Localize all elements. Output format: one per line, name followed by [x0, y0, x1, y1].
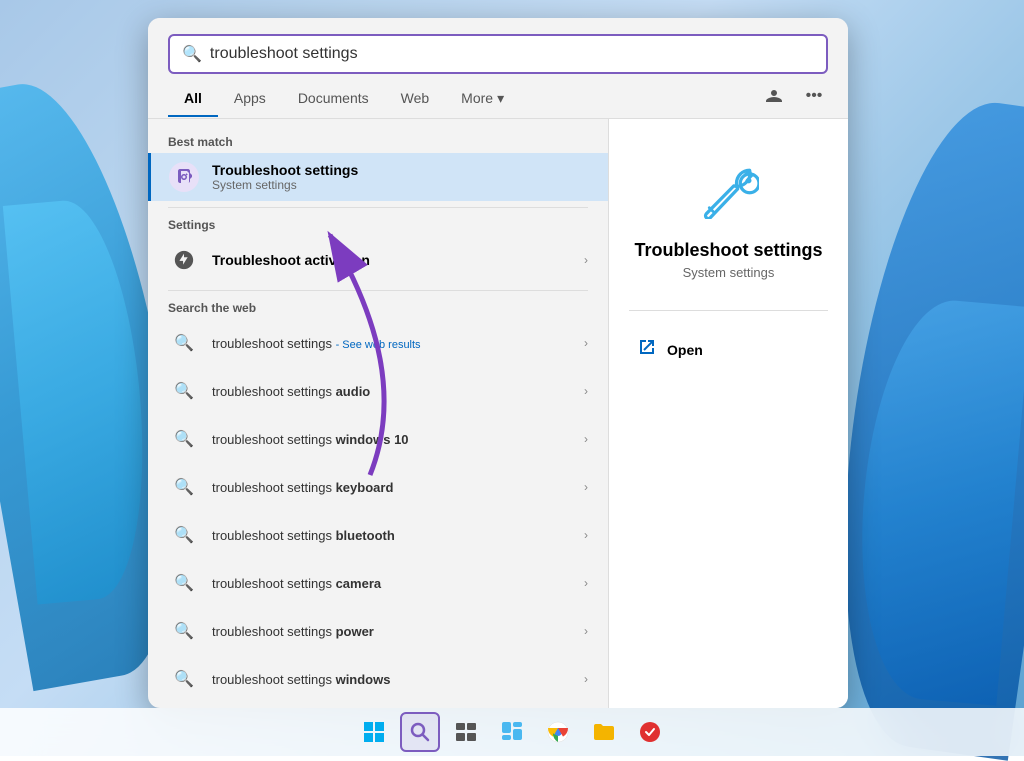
taskbar-taskview-button[interactable]: [446, 712, 486, 752]
web-item-keyboard-text: troubleshoot settings keyboard: [212, 480, 572, 495]
web-arrow-2: ›: [584, 384, 588, 398]
web-item-bluetooth[interactable]: 🔍 troubleshoot settings bluetooth ›: [148, 511, 608, 559]
taskbar-search-button[interactable]: [400, 712, 440, 752]
web-item-windows-text: troubleshoot settings windows: [212, 672, 572, 687]
web-arrow-6: ›: [584, 576, 588, 590]
web-item-audio-text: troubleshoot settings audio: [212, 384, 572, 399]
web-item-see-results-text: troubleshoot settings - See web results: [212, 336, 572, 351]
web-search-icon-6: 🔍: [168, 567, 200, 599]
web-item-see-results[interactable]: 🔍 troubleshoot settings - See web result…: [148, 319, 608, 367]
search-input[interactable]: [210, 45, 814, 63]
web-item-camera[interactable]: 🔍 troubleshoot settings camera ›: [148, 559, 608, 607]
settings-section-label: Settings: [148, 214, 608, 236]
taskbar-widgets-button[interactable]: [492, 712, 532, 752]
detail-panel: Troubleshoot settings System settings Op…: [608, 119, 848, 708]
tab-more[interactable]: More ▾: [445, 84, 520, 117]
web-item-keyboard-title: troubleshoot settings keyboard: [212, 480, 572, 495]
divider1: [168, 207, 588, 208]
web-search-icon-4: 🔍: [168, 471, 200, 503]
ellipsis-icon: •••: [806, 87, 823, 105]
web-item-power-title: troubleshoot settings power: [212, 624, 572, 639]
tabs-row: All Apps Documents Web More ▾ •••: [148, 74, 848, 119]
search-panel: 🔍 All Apps Documents Web More ▾: [148, 18, 848, 708]
web-arrow-7: ›: [584, 624, 588, 638]
search-icon: 🔍: [182, 44, 202, 64]
web-item-bluetooth-title: troubleshoot settings bluetooth: [212, 528, 572, 543]
web-search-icon-7: 🔍: [168, 615, 200, 647]
web-item-windows-title: troubleshoot settings windows: [212, 672, 572, 687]
web-item-camera-text: troubleshoot settings camera: [212, 576, 572, 591]
best-match-label: Best match: [148, 131, 608, 153]
results-panel: Best match Troubleshoot settings System …: [148, 119, 608, 708]
tab-documents[interactable]: Documents: [282, 84, 385, 117]
web-search-icon-3: 🔍: [168, 423, 200, 455]
tabs-left: All Apps Documents Web More ▾: [168, 84, 520, 117]
web-search-icon-1: 🔍: [168, 327, 200, 359]
divider2: [168, 290, 588, 291]
web-item-windows10-title: troubleshoot settings windows 10: [212, 432, 572, 447]
web-item-keyboard[interactable]: 🔍 troubleshoot settings keyboard ›: [148, 463, 608, 511]
taskbar: [0, 708, 1024, 756]
web-item-audio-title: troubleshoot settings audio: [212, 384, 572, 399]
web-search-icon-2: 🔍: [168, 375, 200, 407]
web-search-icon-8: 🔍: [168, 663, 200, 695]
tab-apps[interactable]: Apps: [218, 84, 282, 117]
settings-item-arrow: ›: [584, 253, 588, 267]
search-box-area: 🔍: [148, 18, 848, 74]
web-item-windows10[interactable]: 🔍 troubleshoot settings windows 10 ›: [148, 415, 608, 463]
chevron-down-icon: ▾: [497, 90, 504, 107]
best-match-title: Troubleshoot settings: [212, 162, 588, 178]
web-arrow-1: ›: [584, 336, 588, 350]
web-item-power-text: troubleshoot settings power: [212, 624, 572, 639]
web-arrow-3: ›: [584, 432, 588, 446]
best-match-item[interactable]: Troubleshoot settings System settings: [148, 153, 608, 201]
detail-divider: [629, 310, 828, 311]
settings-item-icon: [168, 244, 200, 276]
desktop: 🔍 All Apps Documents Web More ▾: [0, 0, 1024, 756]
open-label[interactable]: Open: [667, 342, 703, 358]
web-item-audio[interactable]: 🔍 troubleshoot settings audio ›: [148, 367, 608, 415]
taskbar-chrome-button[interactable]: [538, 712, 578, 752]
best-match-text: Troubleshoot settings System settings: [212, 162, 588, 192]
detail-icon: [699, 159, 759, 224]
open-icon: [637, 337, 657, 362]
person-icon-button[interactable]: [760, 82, 788, 110]
search-input-wrapper[interactable]: 🔍: [168, 34, 828, 74]
tab-all[interactable]: All: [168, 84, 218, 117]
web-arrow-5: ›: [584, 528, 588, 542]
web-search-icon-5: 🔍: [168, 519, 200, 551]
ellipsis-icon-button[interactable]: •••: [800, 82, 828, 110]
web-item-power[interactable]: 🔍 troubleshoot settings power ›: [148, 607, 608, 655]
taskbar-explorer-button[interactable]: [584, 712, 624, 752]
tab-web[interactable]: Web: [385, 84, 446, 117]
main-area: Best match Troubleshoot settings System …: [148, 119, 848, 708]
web-item-bluetooth-text: troubleshoot settings bluetooth: [212, 528, 572, 543]
settings-item-troubleshoot-activation[interactable]: Troubleshoot activation ›: [148, 236, 608, 284]
best-match-subtitle: System settings: [212, 178, 588, 192]
detail-subtitle: System settings: [683, 265, 775, 280]
web-item-see-results-title: troubleshoot settings - See web results: [212, 336, 572, 351]
taskbar-app6-button[interactable]: [630, 712, 670, 752]
web-arrow-4: ›: [584, 480, 588, 494]
detail-open-action[interactable]: Open: [629, 331, 828, 368]
web-arrow-8: ›: [584, 672, 588, 686]
web-section-label: Search the web: [148, 297, 608, 319]
web-item-camera-title: troubleshoot settings camera: [212, 576, 572, 591]
tabs-right: •••: [760, 82, 828, 118]
web-item-windows10-text: troubleshoot settings windows 10: [212, 432, 572, 447]
taskbar-windows-button[interactable]: [354, 712, 394, 752]
settings-item-title: Troubleshoot activation: [212, 252, 572, 268]
web-item-windows[interactable]: 🔍 troubleshoot settings windows ›: [148, 655, 608, 703]
best-match-icon: [168, 161, 200, 193]
detail-title: Troubleshoot settings: [634, 240, 822, 261]
settings-item-text: Troubleshoot activation: [212, 252, 572, 268]
